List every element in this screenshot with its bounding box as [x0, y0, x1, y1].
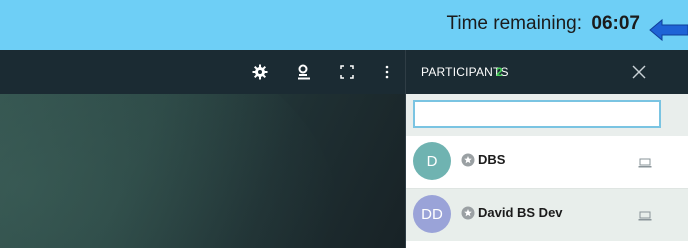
arrow-left-icon — [648, 18, 688, 42]
avatar: D — [413, 142, 451, 180]
close-icon[interactable] — [630, 63, 648, 81]
search-input[interactable] — [413, 100, 661, 128]
participant-search — [406, 94, 688, 136]
participants-header: PARTICIPANTS 2 — [406, 50, 688, 94]
gear-icon[interactable] — [248, 60, 272, 84]
avatar: DD — [413, 195, 451, 233]
participant-row[interactable]: D DBS — [406, 136, 688, 188]
participants-count: 2 — [496, 65, 503, 79]
session-timer-banner: Time remaining: 06:07 — [0, 0, 688, 50]
star-icon — [461, 206, 475, 220]
star-icon — [461, 153, 475, 167]
time-remaining-label: Time remaining: — [446, 13, 582, 34]
participant-name: David BS Dev — [478, 205, 563, 220]
video-area[interactable] — [0, 94, 406, 248]
participant-name: DBS — [478, 152, 506, 167]
fullscreen-icon[interactable] — [335, 60, 359, 84]
laptop-icon — [638, 208, 652, 221]
more-vertical-icon[interactable] — [375, 60, 399, 84]
laptop-icon — [638, 155, 652, 168]
participant-row[interactable]: DD David BS Dev — [406, 189, 688, 241]
webcam-icon[interactable] — [292, 60, 316, 84]
panel-divider — [405, 50, 406, 248]
time-remaining-value: 06:07 — [591, 13, 640, 34]
video-toolbar — [0, 50, 406, 94]
